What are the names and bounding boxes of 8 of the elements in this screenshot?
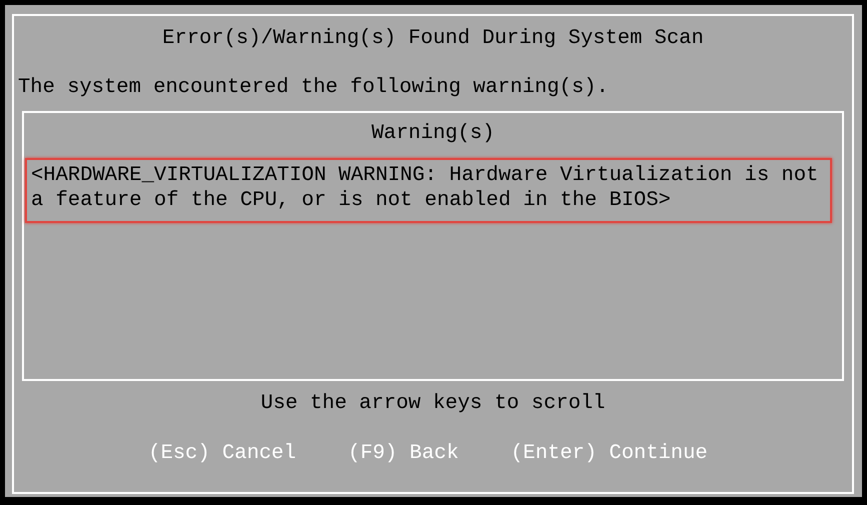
scroll-hint: Use the arrow keys to scroll bbox=[260, 391, 606, 417]
key-action[interactable]: (Esc) Cancel bbox=[148, 441, 296, 467]
key-action[interactable]: (Enter) Continue bbox=[510, 441, 708, 467]
dialog-title: Error(s)/Warning(s) Found During System Scan bbox=[161, 26, 705, 52]
key-action[interactable]: (F9) Back bbox=[348, 441, 459, 467]
message-text: The system encountered the following warning(s). bbox=[18, 75, 610, 101]
warning-text: <HARDWARE_VIRTUALIZATION WARNING: Hardware Virtualization is not a feature of the CPU, or is not enabled in the BIOS> bbox=[31, 163, 820, 213]
warnings-heading: Warning(s) bbox=[370, 121, 496, 147]
